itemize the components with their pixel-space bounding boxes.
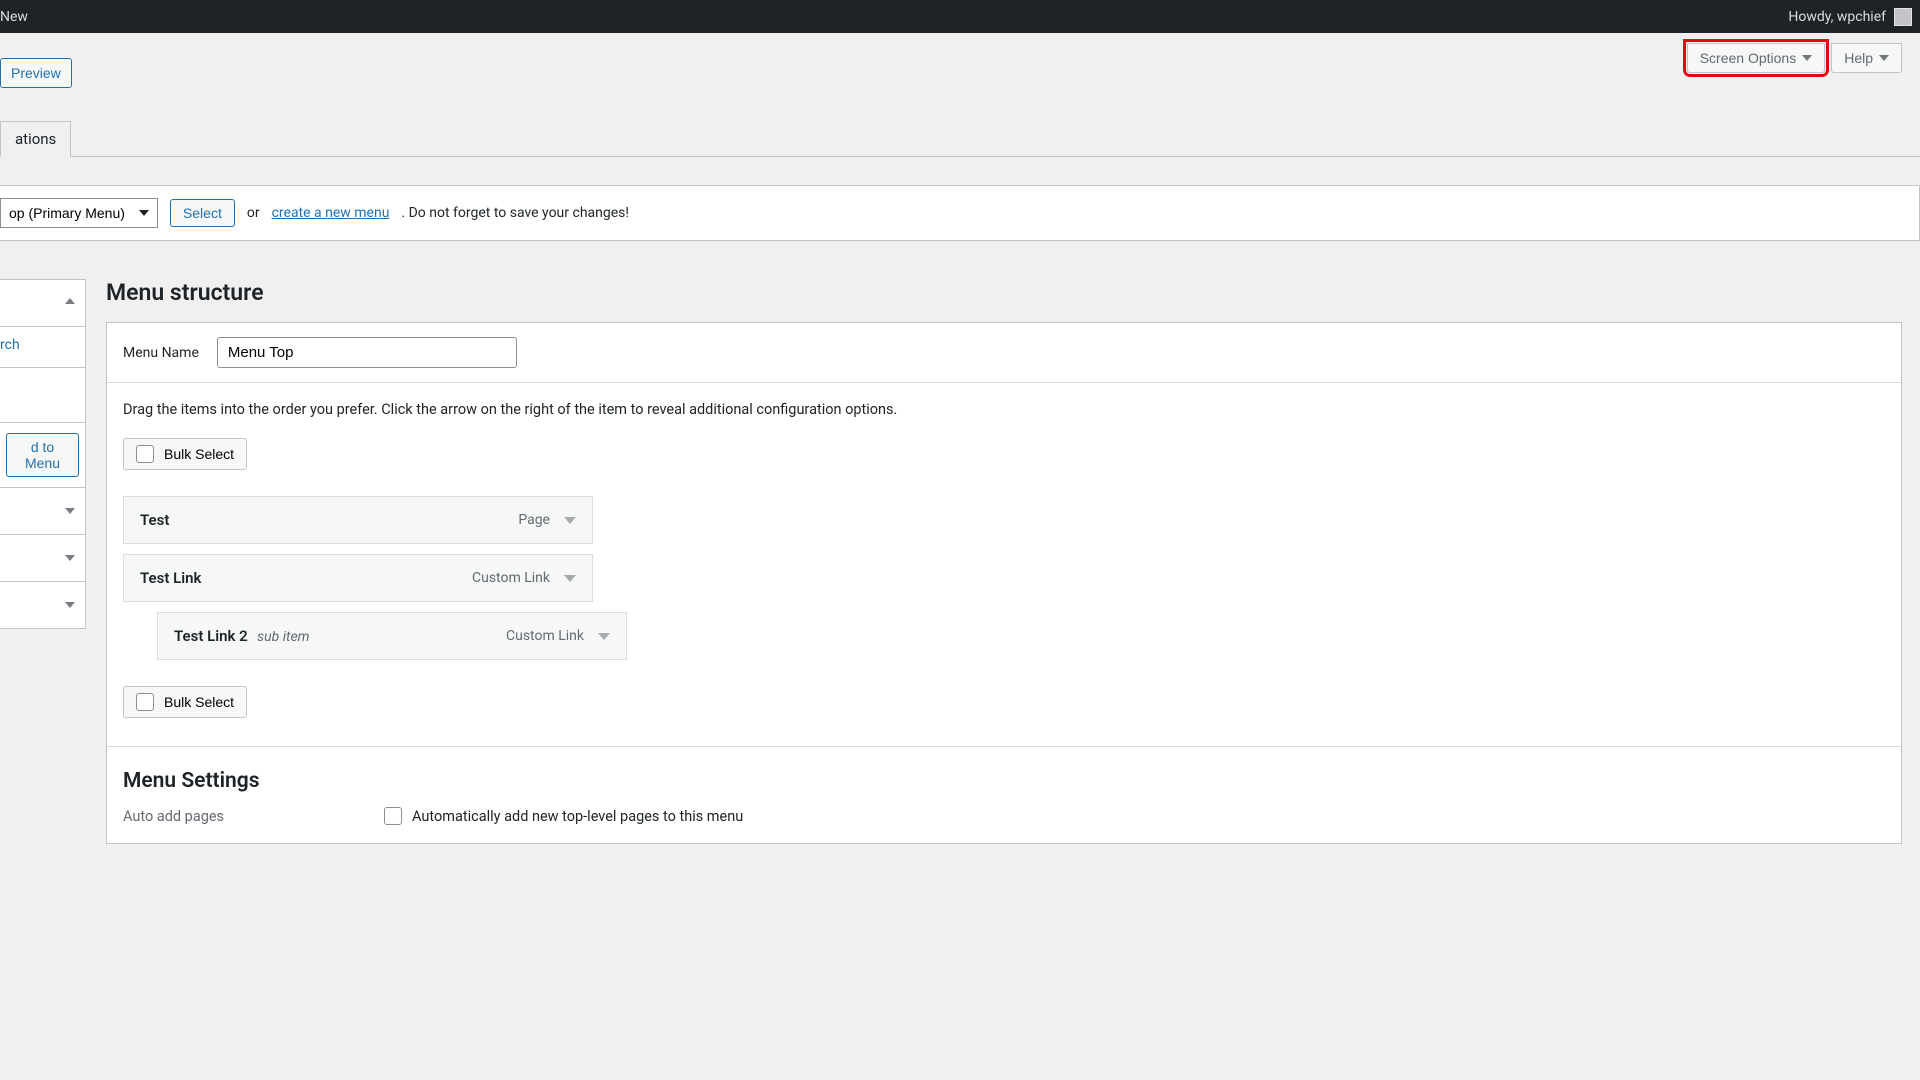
- chevron-down-icon: [65, 555, 75, 561]
- auto-add-checkbox[interactable]: Automatically add new top-level pages to…: [384, 807, 743, 825]
- menu-item[interactable]: Test Page: [123, 496, 593, 544]
- menu-settings-heading: Menu Settings: [123, 769, 1885, 793]
- chevron-down-icon: [1802, 55, 1812, 61]
- page-controls-row: Screen Options Help: [0, 33, 1920, 73]
- menu-name-row: Menu Name: [107, 323, 1901, 383]
- menu-item[interactable]: Test Link 2 sub item Custom Link: [157, 612, 627, 660]
- create-menu-link[interactable]: create a new menu: [272, 205, 390, 221]
- menu-select-value: op (Primary Menu): [9, 205, 125, 221]
- menu-items-list: Test Page Test Link Custom Link: [123, 496, 1885, 660]
- sidebar-panel-collapsed-2[interactable]: [0, 534, 86, 582]
- main-wrap: rch d to Menu Menu structure Menu Name D…: [0, 279, 1920, 844]
- menu-name-label: Menu Name: [123, 345, 199, 361]
- sidebar-panel-collapsed-1[interactable]: [0, 487, 86, 535]
- sidebar-add-wrap: d to Menu: [0, 422, 86, 488]
- add-items-sidebar: rch d to Menu: [0, 279, 86, 844]
- menu-structure-panel: Menu Name Drag the items into the order …: [106, 322, 1902, 844]
- auto-add-text: Automatically add new top-level pages to…: [412, 808, 743, 825]
- nav-tabs: ations: [0, 121, 1920, 157]
- preview-wrap: Preview: [0, 58, 72, 88]
- chevron-down-icon[interactable]: [564, 575, 576, 582]
- menu-name-input[interactable]: [217, 337, 517, 368]
- screen-options-label: Screen Options: [1700, 50, 1797, 66]
- select-button[interactable]: Select: [170, 199, 235, 227]
- bulk-select-button-bottom[interactable]: Bulk Select: [123, 686, 247, 718]
- chevron-down-icon: [65, 602, 75, 608]
- avatar[interactable]: [1894, 8, 1912, 26]
- menu-item-title: Test: [140, 511, 169, 529]
- divider: [107, 746, 1901, 747]
- sidebar-panel-collapsed-3[interactable]: [0, 581, 86, 629]
- menu-select-dropdown[interactable]: op (Primary Menu): [0, 198, 158, 228]
- help-button[interactable]: Help: [1831, 43, 1902, 73]
- help-label: Help: [1844, 50, 1873, 66]
- chevron-down-icon: [65, 508, 75, 514]
- menu-item-type: Custom Link: [472, 570, 550, 586]
- drag-instructions: Drag the items into the order you prefer…: [123, 401, 1885, 418]
- chevron-down-icon[interactable]: [564, 517, 576, 524]
- add-to-menu-button[interactable]: d to Menu: [6, 433, 79, 477]
- howdy-text[interactable]: Howdy, wpchief: [1788, 9, 1886, 25]
- menu-item-type: Page: [518, 512, 550, 528]
- chevron-up-icon: [65, 298, 75, 304]
- auto-add-label: Auto add pages: [123, 808, 224, 825]
- bulk-select-label: Bulk Select: [164, 446, 234, 462]
- chevron-down-icon: [1879, 55, 1889, 61]
- menu-structure-column: Menu structure Menu Name Drag the items …: [106, 279, 1902, 844]
- checkbox-icon: [136, 445, 154, 463]
- nav-tab-active[interactable]: ations: [0, 121, 71, 157]
- sidebar-search-box[interactable]: [0, 367, 86, 423]
- menu-select-bar: op (Primary Menu) Select or create a new…: [0, 185, 1920, 241]
- admin-bar-left[interactable]: New: [0, 9, 28, 25]
- sidebar-panel-expanded[interactable]: [0, 279, 86, 327]
- menu-item-title: Test Link 2: [174, 627, 248, 645]
- preview-button[interactable]: Preview: [0, 58, 72, 88]
- menu-item-sub: sub item: [257, 629, 309, 645]
- chevron-down-icon: [139, 210, 149, 216]
- structure-body: Drag the items into the order you prefer…: [107, 383, 1901, 843]
- screen-options-button[interactable]: Screen Options: [1687, 43, 1826, 73]
- menu-item[interactable]: Test Link Custom Link: [123, 554, 593, 602]
- select-suffix: . Do not forget to save your changes!: [401, 205, 629, 221]
- menu-item-title: Test Link: [140, 569, 201, 587]
- bulk-select-button-top[interactable]: Bulk Select: [123, 438, 247, 470]
- menu-item-type: Custom Link: [506, 628, 584, 644]
- admin-bar: New Howdy, wpchief: [0, 0, 1920, 33]
- chevron-down-icon[interactable]: [598, 633, 610, 640]
- auto-add-row: Auto add pages Automatically add new top…: [123, 807, 1885, 825]
- checkbox-icon: [136, 693, 154, 711]
- checkbox-icon: [384, 807, 402, 825]
- or-text: or: [247, 205, 260, 221]
- bulk-select-label: Bulk Select: [164, 694, 234, 710]
- menu-structure-heading: Menu structure: [106, 279, 1902, 306]
- sidebar-tab-search[interactable]: rch: [0, 326, 86, 368]
